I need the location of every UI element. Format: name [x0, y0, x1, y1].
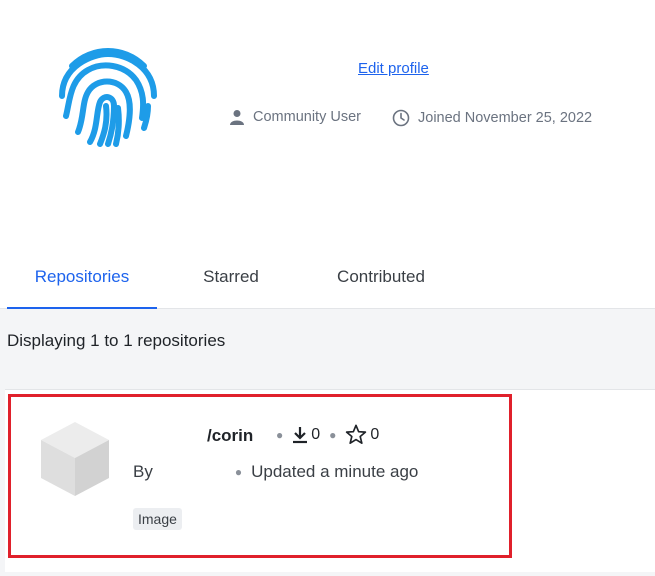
tab-repositories[interactable]: Repositories [7, 246, 157, 309]
type-badge: Image [133, 508, 182, 530]
profile-header: Edit profile Community User Joined Novem… [0, 0, 655, 230]
repository-card[interactable]: /corin ● 0 ● 0 By ● Updated a minute ago [5, 389, 655, 572]
pull-count: 0 [292, 426, 320, 444]
repository-byline: By ● Updated a minute ago [133, 462, 418, 482]
results-summary: Displaying 1 to 1 repositories [7, 331, 226, 350]
repository-list: Displaying 1 to 1 repositories /corin ● … [0, 309, 655, 576]
tab-contributed[interactable]: Contributed [316, 246, 446, 308]
separator-dot: ● [276, 427, 284, 442]
profile-role-text: Community User [253, 109, 361, 125]
fingerprint-icon [59, 48, 157, 147]
tab-starred[interactable]: Starred [181, 246, 281, 308]
star-icon [346, 424, 367, 444]
profile-joined: Joined November 25, 2022 [392, 109, 592, 127]
edit-profile-link[interactable]: Edit profile [358, 60, 429, 77]
separator-dot: ● [329, 427, 337, 442]
star-count-value: 0 [370, 425, 380, 443]
separator-dot: ● [234, 465, 243, 479]
pull-count-value: 0 [311, 425, 321, 443]
download-icon [293, 426, 308, 443]
repository-stats: ● 0 ● 0 [267, 424, 379, 445]
clock-icon [392, 109, 410, 127]
cube-icon [41, 422, 109, 496]
profile-tabs: Repositories Starred Contributed [0, 246, 655, 309]
repository-name[interactable]: /corin [207, 426, 253, 446]
profile-role: Community User [229, 109, 361, 125]
user-icon [230, 110, 244, 125]
updated-time: Updated a minute ago [251, 462, 419, 481]
star-count: 0 [345, 424, 379, 445]
profile-joined-text: Joined November 25, 2022 [418, 110, 593, 126]
author-label: By [133, 462, 153, 481]
